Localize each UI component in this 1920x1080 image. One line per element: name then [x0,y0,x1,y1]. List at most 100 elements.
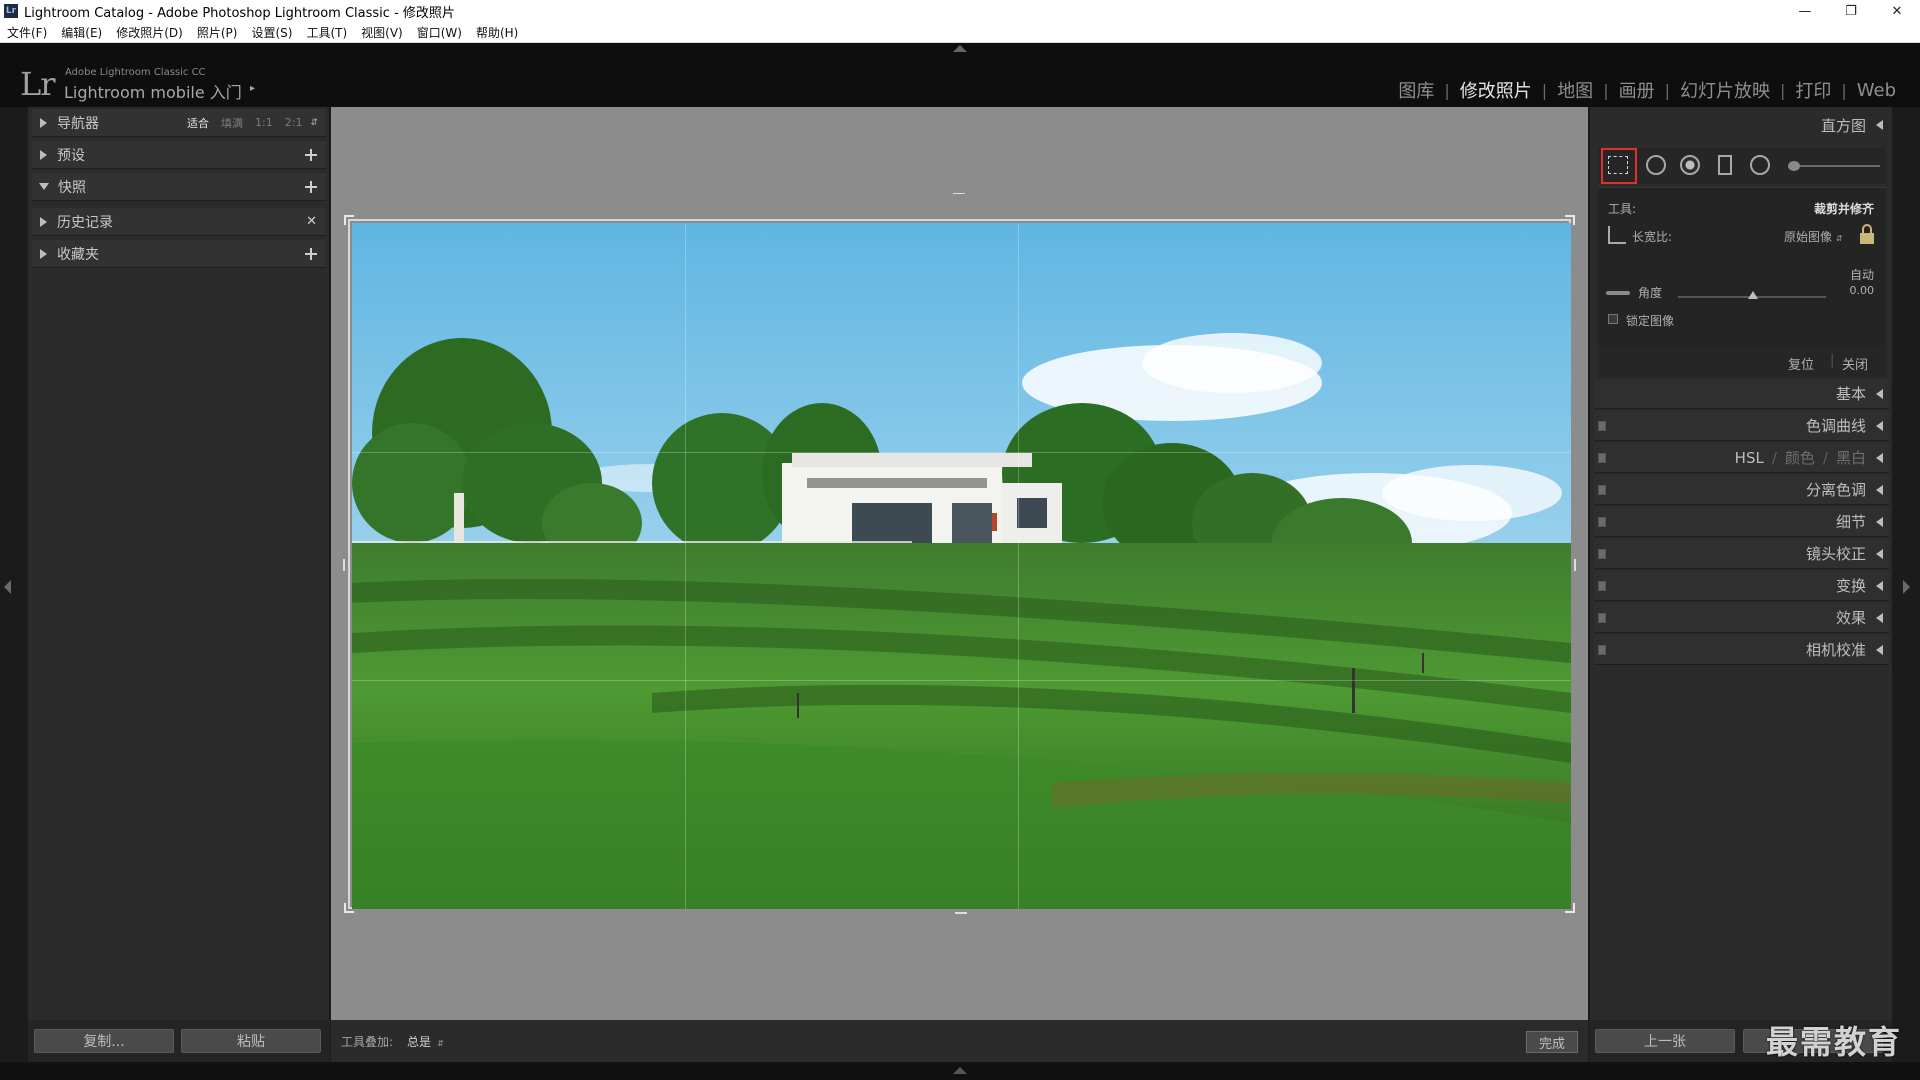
previous-button[interactable]: 上一张 [1595,1029,1735,1053]
restore-button[interactable]: ❐ [1828,0,1874,22]
crop-edge-handle[interactable] [343,559,345,571]
close-window-button[interactable]: ✕ [1874,0,1920,22]
red-eye-icon[interactable] [1680,155,1700,175]
panel-switch-icon[interactable] [1598,581,1606,591]
panel-switch-icon[interactable] [1598,485,1606,495]
calibration-label: 相机校准 [1805,641,1866,659]
zoom-dropdown-icon[interactable]: ⇵ [310,118,318,128]
crop-corner-handle[interactable] [344,215,354,225]
add-collection-plus-icon[interactable] [304,247,318,261]
right-panel: 直方图 工具: 裁剪并修齐 长宽比: 原始图像 ⇵ 自动 角度 0.00 锁定图… [1589,107,1892,1062]
angle-slider-thumb[interactable] [1748,291,1758,299]
filmstrip-toggle-icon[interactable] [953,1067,967,1074]
zoom-1-1[interactable]: 1:1 [255,116,273,129]
copy-settings-button[interactable]: 复制... [34,1029,174,1053]
radial-filter-icon[interactable] [1750,155,1770,175]
auto-straighten-button[interactable]: 自动 [1850,266,1874,283]
effects-label: 效果 [1835,609,1866,627]
tone-curve-section-header[interactable]: 色调曲线 [1594,411,1889,441]
crop-corner-handle[interactable] [344,903,354,913]
close-crop-button[interactable]: 关闭 [1842,354,1868,373]
lock-icon[interactable] [1860,224,1874,244]
color-tab[interactable]: 颜色 [1785,447,1815,468]
reset-crop-button[interactable]: 复位 [1788,354,1814,373]
constrain-image-checkbox[interactable] [1608,314,1618,324]
menu-photo[interactable]: 照片(P) [196,24,245,41]
module-book[interactable]: 画册 [1609,77,1665,103]
split-toning-section-header[interactable]: 分离色调 [1594,475,1889,505]
straighten-tool-icon[interactable] [1606,291,1630,295]
module-map[interactable]: 地图 [1547,77,1603,103]
collapse-left-triangle-icon [1876,120,1883,130]
adjustment-brush-icon[interactable] [1788,161,1800,171]
panel-switch-icon[interactable] [1598,613,1606,623]
panel-switch-icon[interactable] [1598,645,1606,655]
mobile-getting-started[interactable]: Lightroom mobile 入门 [64,79,242,103]
transform-section-header[interactable]: 变换 [1594,571,1889,601]
basic-section-header[interactable]: 基本 [1594,379,1889,409]
done-button[interactable]: 完成 [1526,1031,1578,1053]
lens-correction-section-header[interactable]: 镜头校正 [1594,539,1889,569]
add-preset-plus-icon[interactable] [304,148,318,162]
crop-corner-handle[interactable] [1565,215,1575,225]
module-web[interactable]: Web [1847,80,1906,101]
angle-value[interactable]: 0.00 [1850,284,1875,297]
tool-overlay-select[interactable]: 总是 ⇵ [407,1033,444,1050]
snapshots-header[interactable]: 快照 [32,173,326,201]
panel-switch-icon[interactable] [1598,453,1606,463]
play-arrow-icon[interactable]: ▸ [250,83,255,94]
crop-frame[interactable] [343,215,1576,914]
add-snapshot-plus-icon[interactable] [304,180,318,194]
menu-settings[interactable]: 设置(S) [250,24,299,41]
graduated-filter-icon[interactable] [1718,155,1732,175]
zoom-fit[interactable]: 适合 [187,115,209,131]
module-print[interactable]: 打印 [1785,77,1841,103]
collections-header[interactable]: 收藏夹 [32,240,326,268]
effects-section-header[interactable]: 效果 [1594,603,1889,633]
collapse-left-triangle-icon [1876,644,1883,655]
panel-switch-icon[interactable] [1598,421,1606,431]
menu-file[interactable]: 文件(F) [6,24,54,41]
paste-settings-button[interactable]: 粘贴 [181,1029,321,1053]
hsl-section-header[interactable]: HSL / 颜色 / 黑白 [1594,443,1889,473]
menu-help[interactable]: 帮助(H) [475,24,525,41]
top-panel-toggle-icon[interactable] [953,45,967,52]
menu-bar: 文件(F) 编辑(E) 修改照片(D) 照片(P) 设置(S) 工具(T) 视图… [0,22,1920,43]
bw-tab[interactable]: 黑白 [1836,447,1866,468]
calibration-section-header[interactable]: 相机校准 [1594,635,1889,665]
crop-edge-handle[interactable] [1574,559,1576,571]
menu-window[interactable]: 窗口(W) [416,24,469,41]
detail-section-header[interactable]: 细节 [1594,507,1889,537]
aspect-crop-icon [1608,226,1626,244]
photo-illustration [352,223,1571,909]
crop-edge-handle[interactable] [955,912,967,914]
module-slideshow[interactable]: 幻灯片放映 [1670,77,1780,103]
histogram-header[interactable]: 直方图 [1594,110,1889,140]
panel-switch-icon[interactable] [1598,517,1606,527]
panel-switch-icon[interactable] [1598,549,1606,559]
menu-tools[interactable]: 工具(T) [305,24,354,41]
zoom-2-1[interactable]: 2:1 [285,116,303,129]
collapse-right-arrow-icon[interactable] [1903,580,1910,594]
dropdown-updown-icon: ⇵ [437,1038,444,1048]
collapse-left-arrow-icon[interactable] [4,580,11,594]
histogram-label: 直方图 [1820,116,1866,135]
crop-grid-line [352,680,1571,681]
collapse-left-triangle-icon [1876,452,1883,463]
aspect-select[interactable]: 原始图像 ⇵ [1784,228,1843,245]
clear-history-x-icon[interactable]: ✕ [306,214,317,229]
history-header[interactable]: 历史记录 ✕ [32,208,326,236]
navigator-header[interactable]: 导航器 适合 填满 1:1 2:1 ⇵ [32,109,326,137]
menu-develop[interactable]: 修改照片(D) [115,24,190,41]
minimize-button[interactable]: — [1782,0,1828,22]
module-library[interactable]: 图库 [1388,77,1444,103]
crop-corner-handle[interactable] [1565,903,1575,913]
spot-removal-icon[interactable] [1646,155,1666,175]
presets-header[interactable]: 预设 [32,141,326,169]
zoom-fill[interactable]: 填满 [221,115,243,131]
menu-edit[interactable]: 编辑(E) [60,24,109,41]
hsl-tab[interactable]: HSL [1735,449,1764,467]
module-develop[interactable]: 修改照片 [1450,77,1542,103]
menu-view[interactable]: 视图(V) [360,24,410,41]
adjustment-brush-slider[interactable] [1800,165,1880,167]
